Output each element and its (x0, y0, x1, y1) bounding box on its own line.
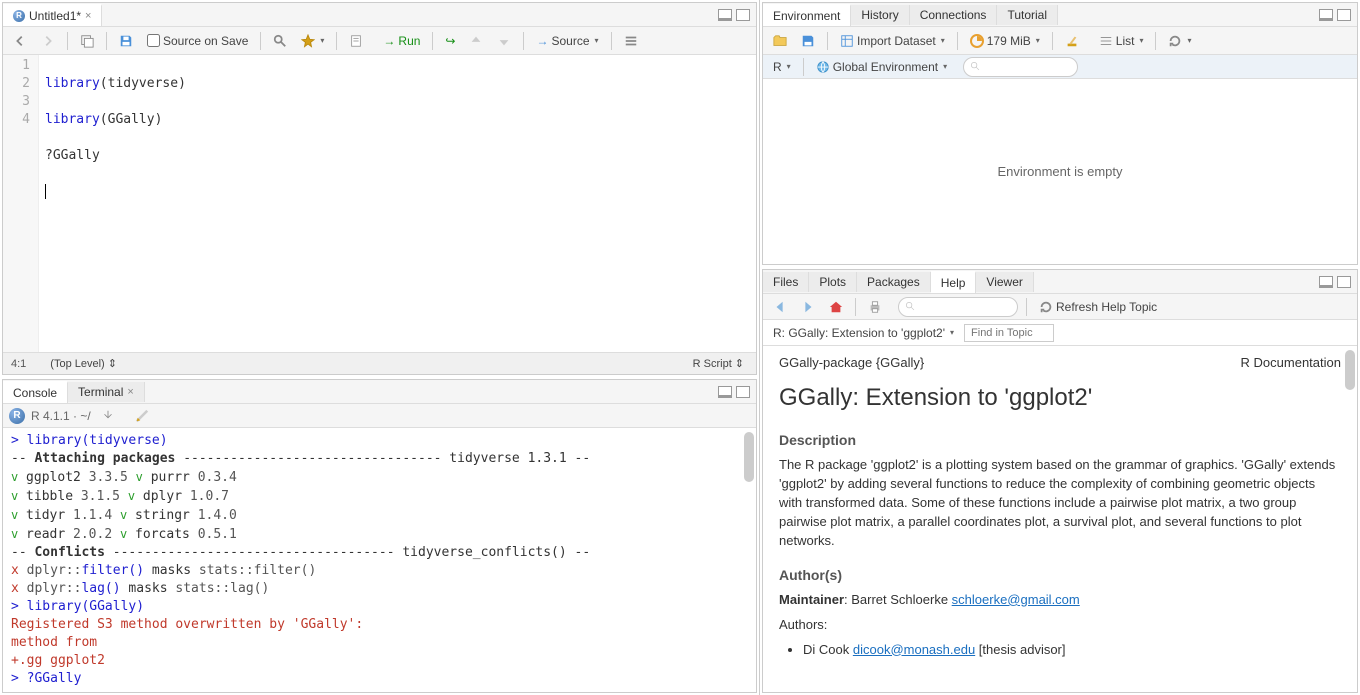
help-package-label: GGally-package {GGally} (779, 354, 924, 373)
r-version-label: R 4.1.1 · ~/ (31, 409, 91, 423)
memory-pie-icon (970, 34, 984, 48)
source-toolbar: Source on Save →Run ↪ →Source (3, 27, 756, 55)
forward-icon[interactable] (37, 32, 59, 50)
compile-report-icon[interactable] (345, 32, 367, 50)
scrollbar[interactable] (1345, 350, 1355, 390)
minimize-icon[interactable] (1319, 276, 1333, 288)
help-section-description: Description (779, 430, 1341, 450)
tab-files[interactable]: Files (763, 272, 809, 292)
maximize-icon[interactable] (736, 9, 750, 21)
source-statusbar: 4:1 (Top Level) ⇕ R Script ⇕ (3, 352, 756, 374)
r-script-icon: R (13, 10, 25, 22)
refresh-icon[interactable] (1164, 32, 1195, 50)
tab-plots[interactable]: Plots (809, 272, 857, 292)
tab-console[interactable]: Console (3, 381, 68, 403)
scope-selector[interactable]: (Top Level) ⇕ (46, 355, 121, 372)
env-empty-message: Environment is empty (763, 79, 1357, 264)
console-tabbar: Console Terminal× (3, 380, 756, 404)
help-forward-icon[interactable] (797, 298, 819, 316)
console-toolbar: R R 4.1.1 · ~/ (3, 404, 756, 428)
help-doc-label: R Documentation (1241, 354, 1341, 373)
source-tab[interactable]: R Untitled1* × (3, 4, 102, 26)
view-mode-selector[interactable]: List (1095, 32, 1148, 50)
scrollbar[interactable] (744, 432, 754, 482)
env-toolbar: Import Dataset 179 MiB List (763, 27, 1357, 55)
minimize-icon[interactable] (718, 386, 732, 398)
close-icon[interactable]: × (85, 10, 91, 22)
source-tab-title: Untitled1* (29, 9, 81, 23)
close-icon[interactable]: × (127, 386, 133, 398)
rerun-icon[interactable]: ↪ (441, 32, 459, 50)
console-output[interactable]: > library(tidyverse) -- Attaching packag… (3, 428, 756, 692)
find-icon[interactable] (269, 32, 291, 50)
help-toolbar: Refresh Help Topic (763, 294, 1357, 320)
line-gutter: 1 2 3 4 (3, 55, 39, 352)
help-home-icon[interactable] (825, 298, 847, 316)
maximize-icon[interactable] (1337, 9, 1351, 21)
run-button[interactable]: →Run (379, 32, 424, 50)
clear-console-icon[interactable] (131, 407, 153, 425)
code-editor[interactable]: 1 2 3 4 library(tidyverse) library(GGall… (3, 55, 756, 352)
memory-usage[interactable]: 179 MiB (966, 32, 1044, 50)
author-email-link[interactable]: dicook@monash.edu (853, 642, 975, 657)
help-breadcrumb-bar: R: GGally: Extension to 'ggplot2' (763, 320, 1357, 346)
find-in-topic-input[interactable] (964, 324, 1054, 342)
help-content[interactable]: GGally-package {GGally} R Documentation … (763, 346, 1357, 692)
env-scope-bar: R Global Environment (763, 55, 1357, 79)
help-section-authors: Author(s) (779, 565, 1341, 585)
maximize-icon[interactable] (1337, 276, 1351, 288)
r-logo-icon: R (9, 408, 25, 424)
help-tabbar: Files Plots Packages Help Viewer (763, 270, 1357, 294)
tab-packages[interactable]: Packages (857, 272, 931, 292)
source-on-save-checkbox[interactable]: Source on Save (143, 32, 252, 50)
go-up-icon[interactable] (465, 32, 487, 50)
file-type-selector[interactable]: R Script ⇕ (689, 355, 748, 372)
source-button[interactable]: →Source (532, 32, 602, 50)
show-in-new-window-icon[interactable] (76, 32, 98, 50)
tab-environment[interactable]: Environment (763, 4, 851, 26)
cursor-position: 4:1 (11, 358, 26, 370)
save-workspace-icon[interactable] (797, 32, 819, 50)
goto-dir-icon[interactable] (97, 407, 119, 425)
help-search-input[interactable] (898, 297, 1018, 317)
go-down-icon[interactable] (493, 32, 515, 50)
refresh-help-button[interactable]: Refresh Help Topic (1035, 298, 1161, 316)
print-icon[interactable] (864, 298, 886, 316)
language-selector[interactable]: R (769, 58, 795, 76)
tab-terminal[interactable]: Terminal× (68, 382, 145, 402)
clear-objects-icon[interactable] (1061, 32, 1083, 50)
help-description-text: The R package 'ggplot2' is a plotting sy… (779, 456, 1341, 550)
code-tools-icon[interactable] (297, 32, 328, 50)
tab-help[interactable]: Help (931, 271, 977, 293)
maintainer-email-link[interactable]: schloerke@gmail.com (952, 592, 1080, 607)
outline-icon[interactable] (620, 32, 642, 50)
back-icon[interactable] (9, 32, 31, 50)
help-back-icon[interactable] (769, 298, 791, 316)
minimize-icon[interactable] (1319, 9, 1333, 21)
import-dataset-button[interactable]: Import Dataset (836, 32, 949, 50)
save-icon[interactable] (115, 32, 137, 50)
load-workspace-icon[interactable] (769, 32, 791, 50)
env-search-input[interactable] (963, 57, 1078, 77)
help-topic-breadcrumb[interactable]: R: GGally: Extension to 'ggplot2' (769, 324, 958, 342)
source-tabbar: R Untitled1* × (3, 3, 756, 27)
tab-viewer[interactable]: Viewer (976, 272, 1033, 292)
maximize-icon[interactable] (736, 386, 750, 398)
env-tabbar: Environment History Connections Tutorial (763, 3, 1357, 27)
tab-history[interactable]: History (851, 5, 909, 25)
minimize-icon[interactable] (718, 9, 732, 21)
tab-connections[interactable]: Connections (910, 5, 998, 25)
help-title: GGally: Extension to 'ggplot2' (779, 381, 1341, 416)
environment-scope-selector[interactable]: Global Environment (812, 58, 951, 76)
tab-tutorial[interactable]: Tutorial (997, 5, 1058, 25)
